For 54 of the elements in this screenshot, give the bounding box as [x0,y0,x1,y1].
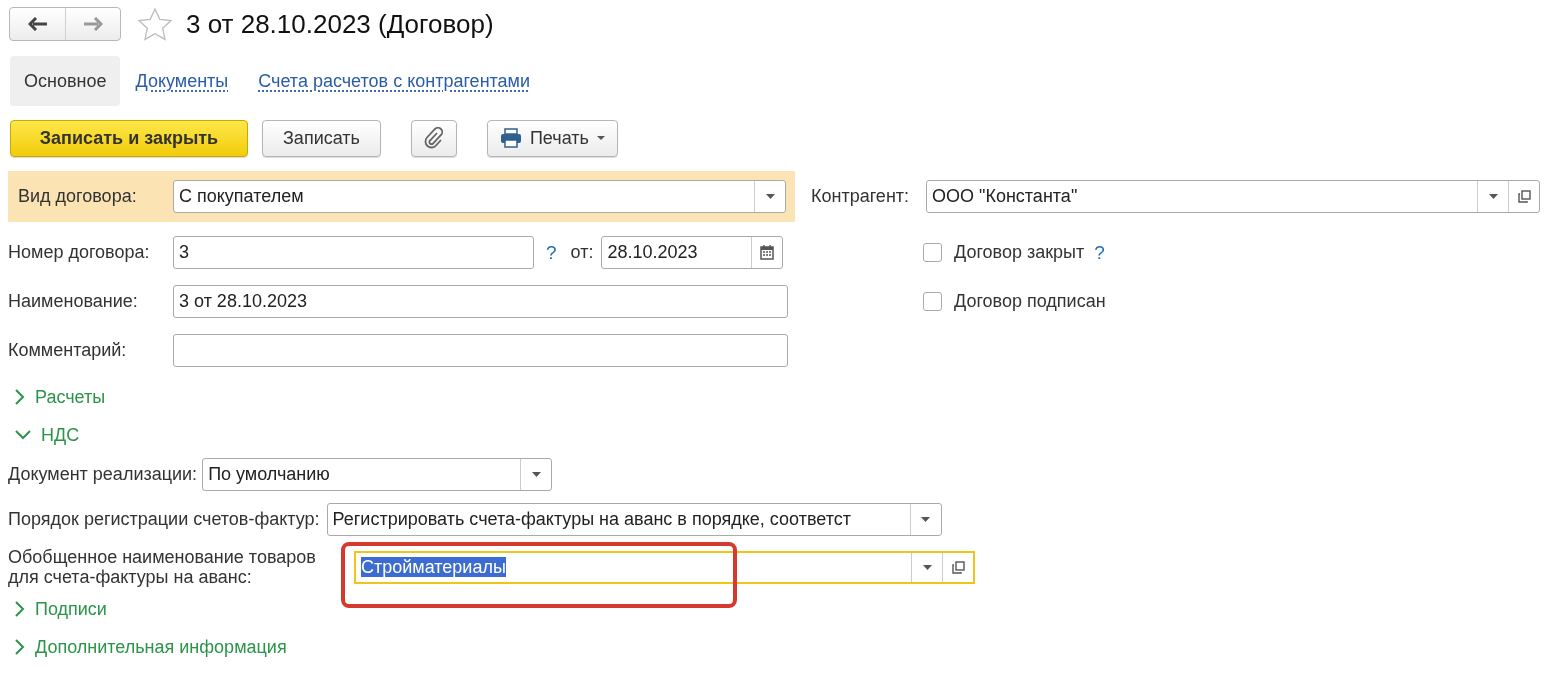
field-label: Номер договора: [8,242,151,263]
print-button[interactable]: Печать [486,119,618,157]
tab[interactable]: Счета расчетов с контрагентами [243,56,546,106]
help-link[interactable]: ? [546,241,557,264]
chevron-right-icon [15,601,25,617]
section-toggle[interactable]: НДС [0,416,86,454]
chevron-right-icon [15,639,25,655]
attach-button[interactable] [410,119,457,157]
caret-icon [921,516,931,522]
help-link[interactable]: ? [1094,241,1105,264]
field-label: Порядок регистрации счетов-фактур: [8,508,320,530]
section-toggle[interactable]: Дополнительная информация [0,628,293,666]
arrow-left-icon [27,17,48,31]
checkbox-label: Договор закрыт [954,242,1085,263]
tab[interactable]: Документы [120,56,244,106]
field-label: от: [570,242,594,263]
open-window-icon [1517,190,1531,203]
dropdown-field[interactable]: Стройматериалы [354,550,975,584]
tab[interactable]: Основное [10,56,121,106]
field-label: Комментарий: [8,340,128,361]
chevron-down-icon [15,430,31,440]
caret-icon [531,471,541,477]
field-label: Документ реализации: [8,463,198,485]
caret-icon [1488,194,1498,199]
input-field[interactable] [173,334,788,367]
window-title: 3 от 28.10.2023 (Договор) [186,8,494,40]
section-toggle[interactable]: Подписи [0,590,113,628]
dropdown-field[interactable]: По умолчанию [202,457,553,491]
checkbox-label: Договор подписан [954,291,1106,312]
arrow-right-icon [83,17,103,31]
chevron-right-icon [15,389,25,405]
checkbox[interactable] [923,292,942,311]
checkbox[interactable] [923,243,942,262]
paperclip-icon [423,127,444,149]
dropdown-field[interactable]: ООО "Константа" [926,180,1540,213]
caret-icon [596,136,605,140]
section-toggle[interactable]: Расчеты [0,378,112,416]
input-field[interactable]: 3 [173,236,534,269]
input-field[interactable]: 3 от 28.10.2023 [173,285,788,318]
star-icon[interactable] [138,7,172,41]
caret-icon [765,194,775,199]
dropdown-field[interactable]: С покупателем [173,180,786,213]
printer-icon [499,128,522,148]
field-label: Контрагент: [811,186,911,207]
caret-icon [922,564,932,570]
field-label: Обобщенное наименование товаров для счета-фактуры на аванс: [8,547,317,587]
calendar-icon [760,245,775,260]
date-field[interactable]: 28.10.2023 [601,236,784,269]
save-and-close-button[interactable]: Записать и закрыть [10,119,248,157]
open-window-icon [951,560,965,574]
save-button[interactable]: Записать [262,119,381,157]
dropdown-field[interactable]: Регистрировать счета-фактуры на аванс в порядке, соответст [326,502,942,536]
field-label: Вид договора: [18,186,138,207]
field-label: Наименование: [8,291,139,312]
